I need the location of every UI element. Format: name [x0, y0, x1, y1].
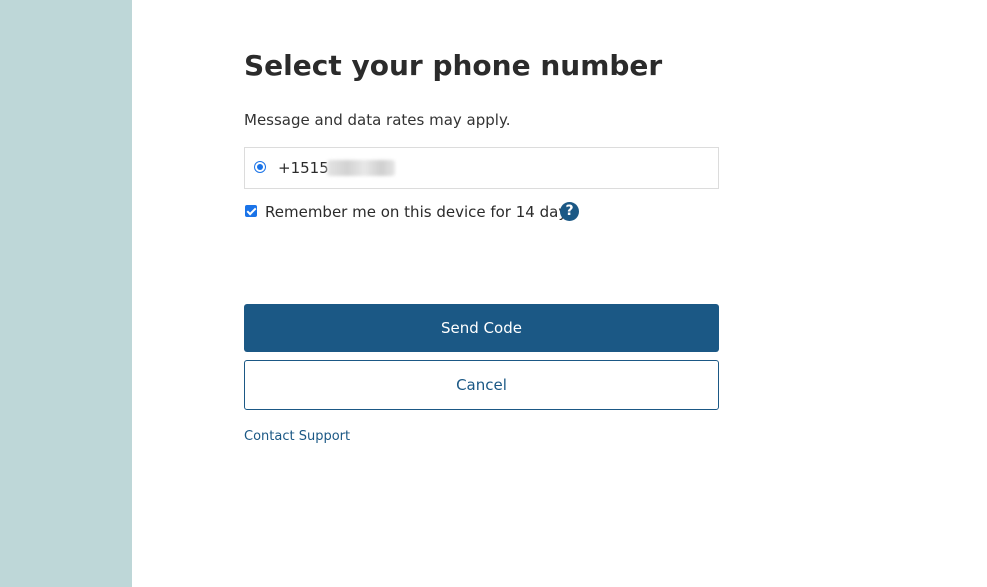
contact-support-link[interactable]: Contact Support [244, 428, 350, 446]
page: Select your phone number Message and dat… [0, 0, 987, 587]
obscured-digits [327, 160, 395, 176]
cancel-button[interactable]: Cancel [244, 360, 719, 410]
side-panel [0, 0, 132, 587]
phone-number-option[interactable]: +1515 [244, 147, 719, 189]
phone-number-label: +1515 [278, 159, 329, 177]
remember-device-label[interactable]: Remember me on this device for 14 days [265, 202, 575, 222]
page-title: Select your phone number [244, 49, 663, 82]
rates-notice: Message and data rates may apply. [244, 111, 511, 129]
radio-selected-icon[interactable] [254, 161, 266, 173]
question-circle-icon[interactable]: ? [560, 202, 579, 221]
send-code-button[interactable]: Send Code [244, 304, 719, 352]
checkbox-checked-icon[interactable] [245, 205, 257, 217]
